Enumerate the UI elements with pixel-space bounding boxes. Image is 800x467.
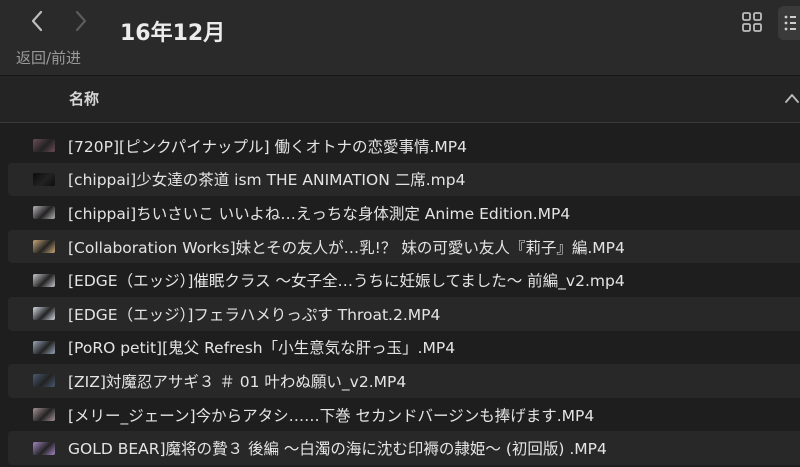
video-thumbnail-icon [33,273,55,287]
file-name: [EDGE（エッジ）]フェラハメりっぷす Throat.2.MP4 [68,305,441,324]
file-name: [メリー_ジェーン]今からアタシ……下巻 セカンドバージンも捧げます.MP4 [68,406,595,425]
file-row[interactable]: [720P][ピンクパイナップル] 働くオトナの恋愛事情.MP4 [8,129,800,163]
forward-button[interactable] [70,8,92,34]
chevron-up-icon[interactable] [784,92,800,104]
file-row[interactable]: [chippai]ちいさいこ いいよね…えっちな身体測定 Anime Editi… [8,196,800,230]
column-name-header[interactable]: 名称 [69,88,99,109]
video-thumbnail-icon [33,441,55,455]
file-name: [ZIZ]対魔忍アサギ３ ＃ 01 叶わぬ願い_v2.MP4 [68,372,407,391]
column-header[interactable]: 名称 [0,76,800,123]
nav-label: 返回/前进 [16,49,82,67]
file-row[interactable]: GOLD BEAR]魔将の贄３ 後編 ～白濁の海に沈む印褥の隷姫～ (初回版) … [8,431,800,465]
list-view-icon [784,15,796,31]
chevron-left-icon [31,10,43,32]
video-thumbnail-icon [33,206,55,220]
chevron-right-icon [75,10,87,32]
grid-view-icon [742,12,762,32]
file-name: [720P][ピンクパイナップル] 働くオトナの恋愛事情.MP4 [68,137,467,156]
file-row[interactable]: [PoRO petit][鬼父 Refresh「小生意気な肝っ玉」.MP4 [8,331,800,365]
toolbar: 返回/前进 16年12月 [0,0,800,76]
file-name: [chippai]ちいさいこ いいよね…えっちな身体測定 Anime Editi… [68,204,571,223]
video-thumbnail-icon [33,340,55,354]
file-name: [EDGE（エッジ）]催眠クラス ～女子全…うちに妊娠してました～ 前編_v2.… [68,272,625,291]
video-thumbnail-icon [33,240,55,254]
file-row[interactable]: [ZIZ]対魔忍アサギ３ ＃ 01 叶わぬ願い_v2.MP4 [8,364,800,398]
file-row[interactable]: [chippai]少女達の茶道 ism THE ANIMATION 二席.mp4 [8,162,800,197]
file-row[interactable]: [EDGE（エッジ）]フェラハメりっぷす Throat.2.MP4 [8,296,800,331]
video-thumbnail-icon [33,307,55,321]
file-row[interactable]: [EDGE（エッジ）]催眠クラス ～女子全…うちに妊娠してました～ 前編_v2.… [8,263,800,297]
finder-window: 返回/前进 16年12月 名称 [720P][ピンクパイナップル] 働くオトナの… [0,0,800,467]
file-name: [chippai]少女達の茶道 ism THE ANIMATION 二席.mp4 [68,171,466,190]
file-list: [720P][ピンクパイナップル] 働くオトナの恋愛事情.MP4 [chippa… [0,129,800,465]
video-thumbnail-icon [33,139,55,153]
grid-view-button[interactable] [740,10,764,34]
video-thumbnail-icon [33,408,55,422]
file-row[interactable]: [Collaboration Works]妹とその友人が…乳!？ 妹の可愛い友人… [8,229,800,264]
file-name: [Collaboration Works]妹とその友人が…乳!？ 妹の可愛い友人… [68,238,625,257]
file-row[interactable]: [メリー_ジェーン]今からアタシ……下巻 セカンドバージンも捧げます.MP4 [8,398,800,432]
folder-title: 16年12月 [120,21,226,46]
list-view-button[interactable] [778,6,800,40]
file-name: GOLD BEAR]魔将の贄３ 後編 ～白濁の海に沈む印褥の隷姫～ (初回版) … [68,440,607,459]
video-thumbnail-icon [33,172,55,186]
video-thumbnail-icon [33,374,55,388]
file-name: [PoRO petit][鬼父 Refresh「小生意気な肝っ玉」.MP4 [68,339,456,358]
back-button[interactable] [26,8,48,34]
